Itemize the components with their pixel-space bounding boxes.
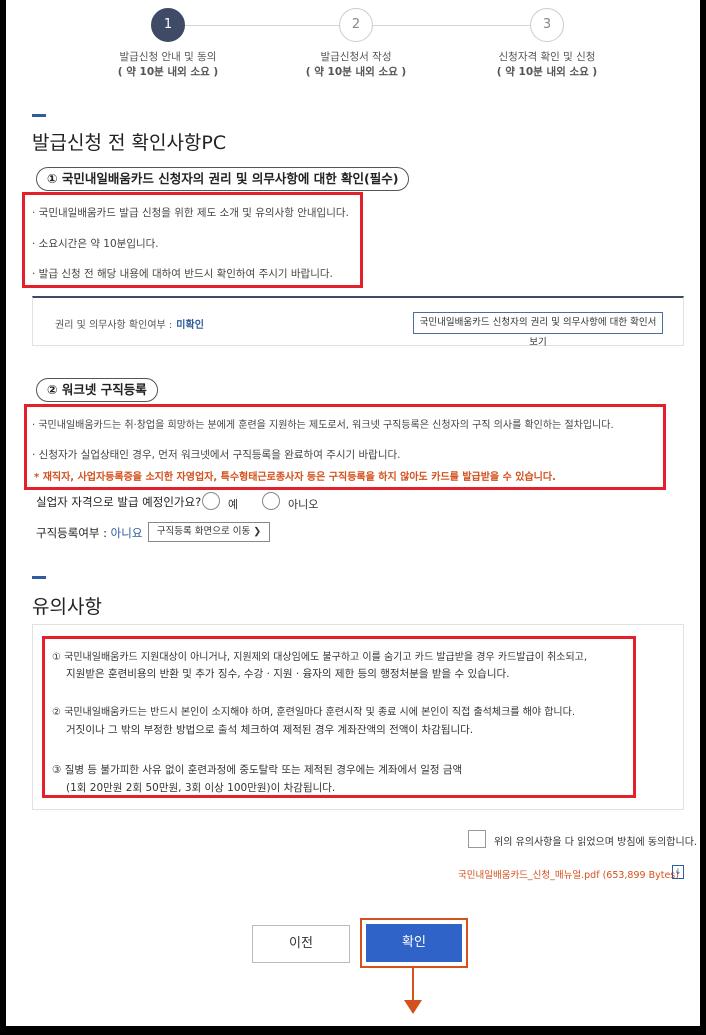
notice-3-line-1: ③ 질병 등 불가피한 사유 없이 훈련과정에 중도탈락 또는 제적된 경우에는… <box>52 764 463 776</box>
jobreg-label: 구직등록여부 : <box>36 526 108 540</box>
rights-bullet-1: · 국민내일배움카드 발급 신청을 위한 제도 소개 및 유의사항 안내입니다. <box>32 207 349 219</box>
rights-check-value: 미확인 <box>176 320 204 331</box>
step-1-number: 1 <box>151 8 185 42</box>
step-3: 3 신청자격 확인 및 신청 ( 약 10분 내외 소요 ) <box>467 8 627 79</box>
arrow-annotation-line <box>412 968 414 1002</box>
rights-bullet-2: · 소요시간은 약 10분입니다. <box>32 238 159 250</box>
step-3-label: 신청자격 확인 및 신청 <box>498 51 596 63</box>
download-icon[interactable]: ↓ <box>672 865 684 879</box>
unemployed-question: 실업자 자격으로 발급 예정인가요? <box>36 495 202 509</box>
rights-check-label: 권리 및 의무사항 확인여부 : <box>55 320 173 331</box>
step-2-duration: ( 약 10분 내외 소요 ) <box>305 66 407 78</box>
manual-pdf-link[interactable]: 국민내일배움카드_신청_매뉴얼.pdf (653,899 Bytes) <box>458 867 679 881</box>
section-title-precheck: 발급신청 전 확인사항PC <box>32 132 227 154</box>
jobreg-value: 아니요 <box>110 526 143 540</box>
radio-yes-label: 예 <box>228 498 239 511</box>
jobreg-status: 구직등록여부 : 아니요 <box>36 525 142 541</box>
notice-1-line-1: ① 국민내일배움카드 지원대상이 아니거나, 지원제외 대상임에도 불구하고 이… <box>52 652 588 663</box>
step-2: 2 발급신청서 작성 ( 약 10분 내외 소요 ) <box>276 8 436 79</box>
prev-button[interactable]: 이전 <box>252 925 350 963</box>
step-3-duration: ( 약 10분 내외 소요 ) <box>496 66 598 78</box>
rights-check-status: 권리 및 의무사항 확인여부 : 미확인 <box>55 316 204 331</box>
step-1: 1 발급신청 안내 및 동의 ( 약 10분 내외 소요 ) <box>88 8 248 79</box>
go-jobreg-button[interactable]: 구직등록 화면으로 이동 ❯ <box>148 522 270 542</box>
rights-check-panel: 권리 및 의무사항 확인여부 : 미확인 국민내일배움카드 신청자의 권리 및 의… <box>32 296 684 348</box>
arrow-down-icon <box>404 1000 422 1014</box>
radio-no[interactable] <box>262 492 280 510</box>
rights-heading: ① 국민내일배움카드 신청자의 권리 및 의무사항에 대한 확인(필수) <box>36 167 410 191</box>
agree-checkbox[interactable] <box>468 830 486 848</box>
view-rights-document-button[interactable]: 국민내일배움카드 신청자의 권리 및 의무사항에 대한 확인서 보기 <box>413 312 663 348</box>
step-indicator: 1 발급신청 안내 및 동의 ( 약 10분 내외 소요 ) 2 발급신청서 작… <box>6 0 700 100</box>
notice-1-line-2: 지원받은 훈련비용의 반환 및 추가 징수, 수강 · 지원 · 융자의 제한 … <box>66 668 510 680</box>
confirm-button[interactable]: 확인 <box>366 924 462 962</box>
rights-bullet-3: · 발급 신청 전 해당 내용에 대하여 반드시 확인하여 주시기 바랍니다. <box>32 268 333 280</box>
notice-2-line-1: ② 국민내일배움카드는 반드시 본인이 소지해야 하며, 훈련일마다 훈련시작 … <box>52 707 576 718</box>
section-title-accent <box>32 114 46 117</box>
step-2-label: 발급신청서 작성 <box>320 51 392 63</box>
notice-3-line-2: (1회 20만원 2회 50만원, 3회 이상 100만원)이 차감됩니다. <box>66 782 336 794</box>
section-title-accent-2 <box>32 576 46 579</box>
worknet-note: * 재직자, 사업자등록증을 소지한 자영업자, 특수형태근로종사자 등은 구직… <box>34 472 556 483</box>
step-2-number: 2 <box>339 8 373 42</box>
notice-2-line-2: 거짓이나 그 밖의 부정한 방법으로 출석 체크하여 제적된 경우 계좌잔액의 … <box>66 724 474 736</box>
page: 1 발급신청 안내 및 동의 ( 약 10분 내외 소요 ) 2 발급신청서 작… <box>6 0 700 1026</box>
section-title-notice: 유의사항 <box>32 596 102 618</box>
confirm-highlight: 확인 <box>360 918 468 968</box>
radio-no-label: 아니오 <box>288 498 319 511</box>
step-3-number: 3 <box>530 8 564 42</box>
step-1-duration: ( 약 10분 내외 소요 ) <box>117 66 219 78</box>
worknet-bullet-1: · 국민내일배움카드는 취·창업을 희망하는 분에게 훈련을 지원하는 제도로서… <box>32 420 614 431</box>
step-1-label: 발급신청 안내 및 동의 <box>119 51 217 63</box>
worknet-heading: ② 워크넷 구직등록 <box>36 378 158 402</box>
worknet-bullet-2: · 신청자가 실업상태인 경우, 먼저 워크넷에서 구직등록을 완료하여 주시기… <box>32 449 401 461</box>
agree-label: 위의 유의사항을 다 읽었으며 방침에 동의합니다. <box>494 837 698 848</box>
radio-yes[interactable] <box>202 492 220 510</box>
